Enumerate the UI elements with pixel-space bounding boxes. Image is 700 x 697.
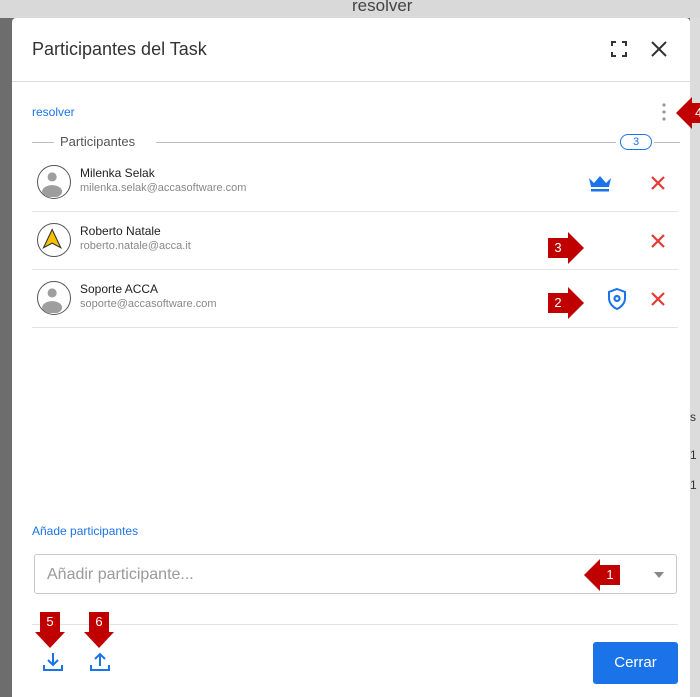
remove-participant-icon[interactable] [649,232,667,250]
chevron-down-icon[interactable] [654,572,664,578]
divider [32,142,54,143]
add-participant-placeholder: Añadir participante... [47,566,194,583]
participant-count-badge: 3 [620,134,652,150]
divider [156,142,616,143]
fullscreen-icon[interactable] [610,40,628,58]
avatar [37,281,71,315]
participant-email: soporte@accasoftware.com [80,298,217,310]
background-text: resolver [352,0,413,15]
section-label: Participantes [60,134,136,149]
download-icon[interactable] [41,650,65,674]
callout-label: 5 [40,612,60,632]
participant-email: roberto.natale@acca.it [80,240,191,252]
background-app-strip: resolver [0,0,700,18]
shield-gear-icon [608,287,626,311]
participants-dialog: Participantes del Task resolver Particip… [12,18,690,697]
callout-label: 6 [89,612,109,632]
remove-participant-icon[interactable] [649,174,667,192]
dialog-header: Participantes del Task [12,18,690,82]
background-letter: 1 [690,478,697,492]
remove-participant-icon[interactable] [649,290,667,308]
callout-label: 1 [600,565,620,585]
participant-name: Soporte ACCA [80,282,159,296]
dialog-title: Participantes del Task [32,39,207,59]
callout-label: 3 [548,238,568,258]
divider [654,142,680,143]
callout-label: 4 [692,103,700,123]
divider [32,624,678,625]
participant-row: Milenka Selak milenka.selak@accasoftware… [32,154,678,212]
close-button[interactable]: Cerrar [593,642,678,684]
add-participant-select[interactable]: Añadir participante... [34,554,677,594]
crown-icon [589,176,611,192]
upload-icon[interactable] [88,650,112,674]
add-participants-label: Añade participantes [32,524,139,538]
participant-email: milenka.selak@accasoftware.com [80,182,247,194]
avatar [37,165,71,199]
background-letter: s [690,410,696,424]
avatar [37,223,71,257]
close-icon[interactable] [648,38,670,60]
participant-name: Roberto Natale [80,224,161,238]
callout-label: 2 [548,293,568,313]
background-letter: 1 [690,448,697,462]
participant-name: Milenka Selak [80,166,155,180]
more-options-icon[interactable] [657,102,671,122]
group-link[interactable]: resolver [32,105,75,119]
